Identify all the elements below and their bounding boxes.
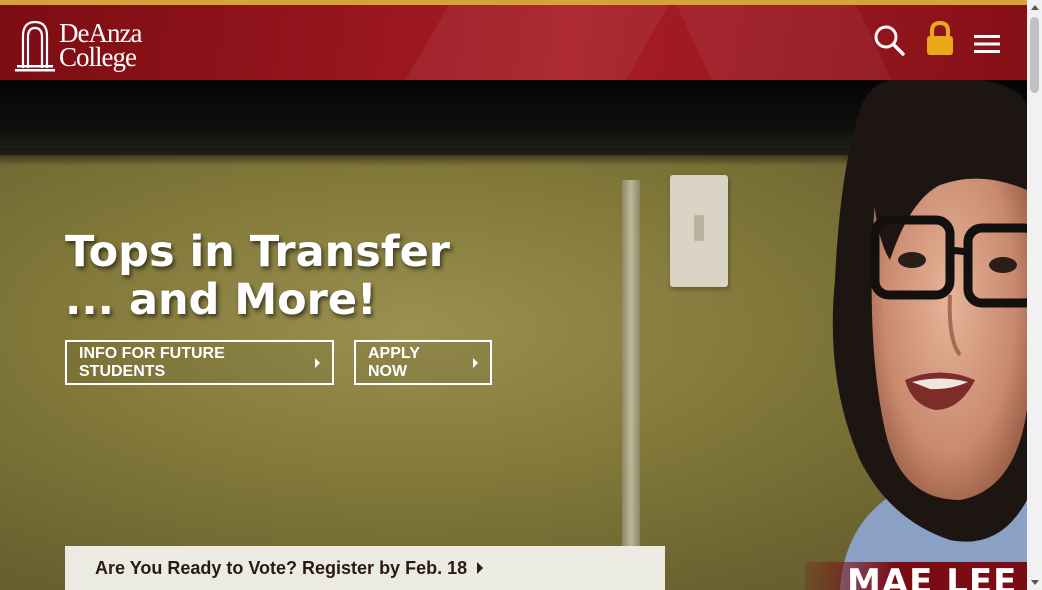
- vote-registration-notice-link[interactable]: Are You Ready to Vote? Register by Feb. …: [65, 546, 665, 590]
- search-icon[interactable]: [872, 23, 906, 57]
- scrollbar-thumb[interactable]: [1030, 17, 1039, 93]
- speaker-name-banner: MAE LEE: [805, 562, 1027, 590]
- caret-right-icon: [473, 357, 478, 368]
- hero-headline: Tops in Transfer ... and More!: [65, 228, 450, 324]
- page-scrollbar[interactable]: [1027, 0, 1042, 590]
- apply-now-button[interactable]: APPLY NOW: [354, 340, 492, 385]
- arch-logo-icon: [15, 20, 55, 72]
- hero-headline-line2: ... and More!: [65, 275, 377, 325]
- hero-video-section: Tops in Transfer ... and More! INFO FOR …: [0, 80, 1027, 590]
- speaker-name: MAE LEE: [847, 562, 1018, 590]
- college-logo-link[interactable]: DeAnza College: [15, 16, 160, 74]
- scroll-up-arrow-icon[interactable]: [1031, 5, 1039, 10]
- future-students-button-label: INFO FOR FUTURE STUDENTS: [79, 344, 225, 380]
- logo-text-college: College: [59, 42, 137, 72]
- site-header: DeAnza College: [0, 5, 1027, 80]
- hero-headline-line1: Tops in Transfer: [65, 227, 450, 277]
- hero-person-image: [832, 80, 1027, 590]
- lock-icon[interactable]: [925, 21, 955, 57]
- apply-now-button-label: APPLY NOW: [368, 344, 420, 380]
- hero-wall-pipe: [622, 180, 640, 590]
- vote-registration-notice-label: Are You Ready to Vote? Register by Feb. …: [95, 557, 468, 578]
- future-students-button[interactable]: INFO FOR FUTURE STUDENTS: [65, 340, 334, 385]
- scroll-down-arrow-icon[interactable]: [1031, 580, 1039, 585]
- hamburger-menu-icon[interactable]: [972, 29, 1002, 59]
- caret-right-icon: [477, 562, 484, 574]
- hero-switch-plate: [670, 175, 728, 287]
- caret-right-icon: [315, 357, 320, 368]
- page-viewport: DeAnza College Tops in Transfer ... and …: [0, 0, 1027, 590]
